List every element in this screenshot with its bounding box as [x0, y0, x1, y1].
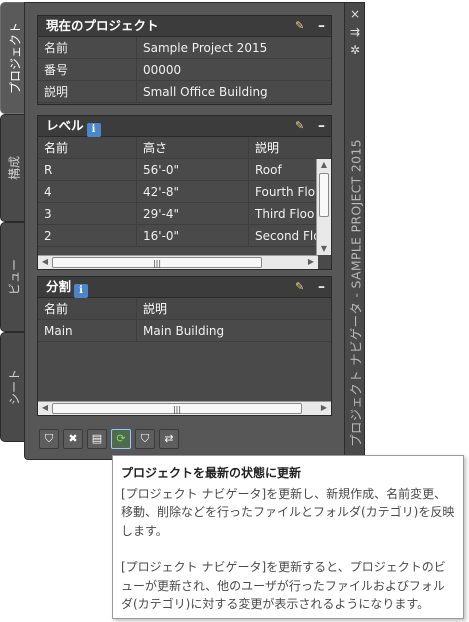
tab-sheets-label: シート: [7, 368, 21, 406]
levels-grid: 名前 高さ 説明 R 56'-0" Roof 4 42'-8" Fourth F…: [37, 137, 332, 270]
tab-sheets[interactable]: シート: [0, 332, 26, 442]
divisions-header[interactable]: 分割 i ✎ –: [37, 276, 332, 298]
edit-tool-icon[interactable]: ✎: [295, 19, 309, 33]
repath-icon[interactable]: ⇄: [159, 429, 179, 449]
current-project-grid: 名前 Sample Project 2015 番号 00000 説明 Small…: [37, 37, 332, 105]
project-value: 00000: [136, 59, 331, 81]
scroll-right-icon[interactable]: ▶: [306, 256, 316, 268]
divisions-section: 分割 i ✎ – 名前 説明 Main Main Building ◀ ||| ▶: [37, 276, 332, 416]
level-description: Second Flo: [248, 225, 318, 247]
edit-tool-icon[interactable]: ✎: [295, 280, 309, 294]
project-key: 名前: [44, 41, 69, 55]
tab-views-label: ビュー: [7, 258, 21, 296]
column-header-description[interactable]: 説明: [248, 137, 318, 159]
collapse-icon[interactable]: –: [318, 116, 325, 136]
tooltip-title: プロジェクトを最新の状態に更新: [121, 466, 302, 480]
levels-title: レベル: [46, 118, 84, 133]
tab-views[interactable]: ビュー: [0, 222, 26, 332]
level-name: 4: [44, 185, 52, 199]
level-height: 56'-0": [136, 159, 248, 181]
project-value: Sample Project 2015: [136, 37, 331, 59]
column-header-name[interactable]: 名前: [38, 137, 136, 159]
refresh-icon[interactable]: ⟳: [111, 429, 131, 449]
tab-constructs[interactable]: 構成: [0, 114, 26, 222]
scroll-thumb[interactable]: [319, 173, 329, 217]
level-name: R: [44, 163, 53, 177]
level-description: Third Floo: [248, 203, 318, 225]
pin-icon[interactable]: ⇉: [347, 25, 363, 39]
scroll-up-icon[interactable]: ▲: [317, 159, 331, 171]
close-icon[interactable]: ×: [347, 7, 363, 21]
level-name: 2: [44, 229, 52, 243]
divisions-horizontal-scrollbar[interactable]: ◀ ||| ▶: [38, 401, 331, 415]
levels-header[interactable]: レベル i ✎ –: [37, 115, 332, 137]
tab-project-label: プロジェクト: [8, 21, 22, 95]
division-description: Main Building: [136, 320, 331, 342]
filter-add-icon[interactable]: ⛉: [135, 429, 155, 449]
info-icon[interactable]: i: [86, 123, 101, 137]
project-row-name[interactable]: 名前 Sample Project 2015: [38, 37, 331, 59]
edit-tool-icon[interactable]: ✎: [295, 119, 309, 133]
level-description: Roof: [248, 159, 318, 181]
division-name: Main: [44, 324, 73, 338]
current-project-section: 現在のプロジェクト ✎ – 名前 Sample Project 2015 番号 …: [37, 15, 332, 105]
level-height: 16'-0": [136, 225, 248, 247]
table-row[interactable]: R 56'-0" Roof: [38, 159, 331, 181]
level-description: Fourth Flo: [248, 181, 318, 203]
project-value: Small Office Building: [136, 81, 331, 103]
project-navigator-panel: 現在のプロジェクト ✎ – 名前 Sample Project 2015 番号 …: [24, 2, 345, 460]
levels-vertical-scrollbar[interactable]: ▲ ▼: [316, 159, 331, 255]
level-name: 3: [44, 207, 52, 221]
tooltip-paragraph-1: [プロジェクト ナビゲータ]を更新し、新規作成、名前変更、移動、削除などを行った…: [121, 486, 455, 538]
level-height: 29'-4": [136, 203, 248, 225]
levels-horizontal-scrollbar[interactable]: ◀ ||| ▶: [38, 255, 318, 269]
divisions-column-headers: 名前 説明: [38, 298, 331, 320]
levels-section: レベル i ✎ – 名前 高さ 説明 R 56'-0" Roof 4 42'-8"…: [37, 115, 332, 270]
properties-icon[interactable]: ▤: [87, 429, 107, 449]
project-row-description[interactable]: 説明 Small Office Building: [38, 81, 331, 103]
scroll-thumb[interactable]: |||: [52, 403, 302, 414]
project-row-number[interactable]: 番号 00000: [38, 59, 331, 81]
scroll-left-icon[interactable]: ◀: [40, 256, 50, 268]
palette-title: プロジェクト ナビゲータ - SAMPLE PROJECT 2015: [348, 139, 364, 447]
column-header-height[interactable]: 高さ: [136, 137, 248, 159]
settings-icon[interactable]: ✲: [347, 43, 363, 57]
info-icon[interactable]: i: [74, 284, 89, 298]
palette-title-strip: × ⇉ ✲ プロジェクト ナビゲータ - SAMPLE PROJECT 2015: [345, 2, 365, 460]
divisions-grid: 名前 説明 Main Main Building ◀ ||| ▶: [37, 298, 332, 416]
level-height: 42'-8": [136, 181, 248, 203]
scroll-down-icon[interactable]: ▼: [317, 243, 331, 255]
vertical-tab-bar: プロジェクト 構成 ビュー シート: [0, 0, 28, 460]
table-row[interactable]: 2 16'-0" Second Flo: [38, 225, 331, 247]
table-row[interactable]: Main Main Building: [38, 320, 331, 342]
collapse-icon[interactable]: –: [318, 16, 325, 36]
table-row[interactable]: 3 29'-4" Third Floo: [38, 203, 331, 225]
scroll-right-icon[interactable]: ▶: [319, 402, 329, 414]
scroll-left-icon[interactable]: ◀: [40, 402, 50, 414]
collapse-icon[interactable]: –: [318, 277, 325, 297]
tab-constructs-label: 構成: [7, 155, 21, 181]
column-header-description[interactable]: 説明: [136, 298, 331, 320]
levels-column-headers: 名前 高さ 説明: [38, 137, 331, 159]
divisions-title: 分割: [46, 279, 72, 294]
tooltip-paragraph-2: [プロジェクト ナビゲータ]を更新すると、プロジェクトのビューが更新され、他のユ…: [121, 560, 446, 611]
delete-icon[interactable]: ✖: [63, 429, 83, 449]
filter-icon[interactable]: ⛉: [39, 429, 59, 449]
project-key: 説明: [44, 85, 69, 99]
current-project-title: 現在のプロジェクト: [46, 18, 159, 33]
column-header-name[interactable]: 名前: [38, 298, 136, 320]
project-key: 番号: [44, 63, 69, 77]
scroll-thumb[interactable]: |||: [52, 257, 262, 268]
refresh-tooltip: プロジェクトを最新の状態に更新 [プロジェクト ナビゲータ]を更新し、新規作成、…: [112, 455, 464, 619]
table-row[interactable]: 4 42'-8" Fourth Flo: [38, 181, 331, 203]
current-project-header[interactable]: 現在のプロジェクト ✎ –: [37, 15, 332, 37]
